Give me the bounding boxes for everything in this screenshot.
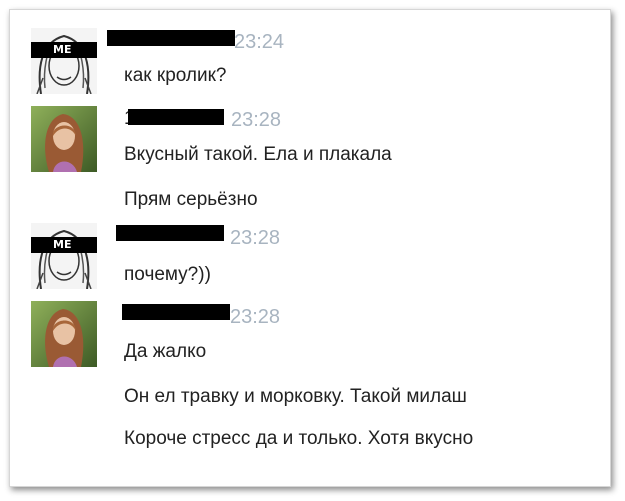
message-text: почему?)): [124, 264, 211, 285]
message-text: Прям серьёзно: [124, 189, 258, 210]
me-avatar-label: ME: [53, 238, 72, 251]
redacted-sender-name: [107, 30, 235, 43]
message-time: 23:28: [230, 227, 281, 249]
avatar-girl[interactable]: [31, 106, 97, 172]
chat-frame: ME 23:24 как кролик? 1 23:28 Вкусный так…: [9, 9, 611, 487]
redacted-sender-name: [122, 304, 230, 317]
message-time: 23:28: [231, 109, 282, 131]
avatar-girl[interactable]: [31, 301, 97, 367]
girl-photo-avatar-icon: [31, 301, 97, 367]
me-sketch-avatar-icon: [31, 223, 97, 289]
message-text: Он ел травку и морковку. Такой милаш: [124, 386, 467, 407]
me-avatar-label: ME: [53, 43, 72, 56]
message-text: как кролик?: [124, 65, 227, 86]
message-time: 23:24: [234, 31, 285, 53]
redacted-sender-name: [128, 109, 224, 122]
redaction-bar-lower: [116, 238, 224, 247]
message-text: Вкусный такой. Ела и плакала: [124, 144, 392, 165]
redaction-bar-lower: [107, 43, 235, 52]
message-time: 23:28: [230, 306, 281, 328]
redaction-bar-lower: [122, 317, 230, 331]
message-text: Да жалко: [124, 341, 207, 362]
avatar-me[interactable]: ME: [31, 223, 97, 289]
redaction-bar-lower: [128, 122, 224, 131]
message-text: Короче стресс да и только. Хотя вкусно: [124, 428, 474, 449]
girl-photo-avatar-icon: [31, 106, 97, 172]
me-sketch-avatar-icon: [31, 28, 97, 94]
redacted-sender-name: [116, 225, 224, 238]
avatar-me[interactable]: ME: [31, 28, 97, 94]
